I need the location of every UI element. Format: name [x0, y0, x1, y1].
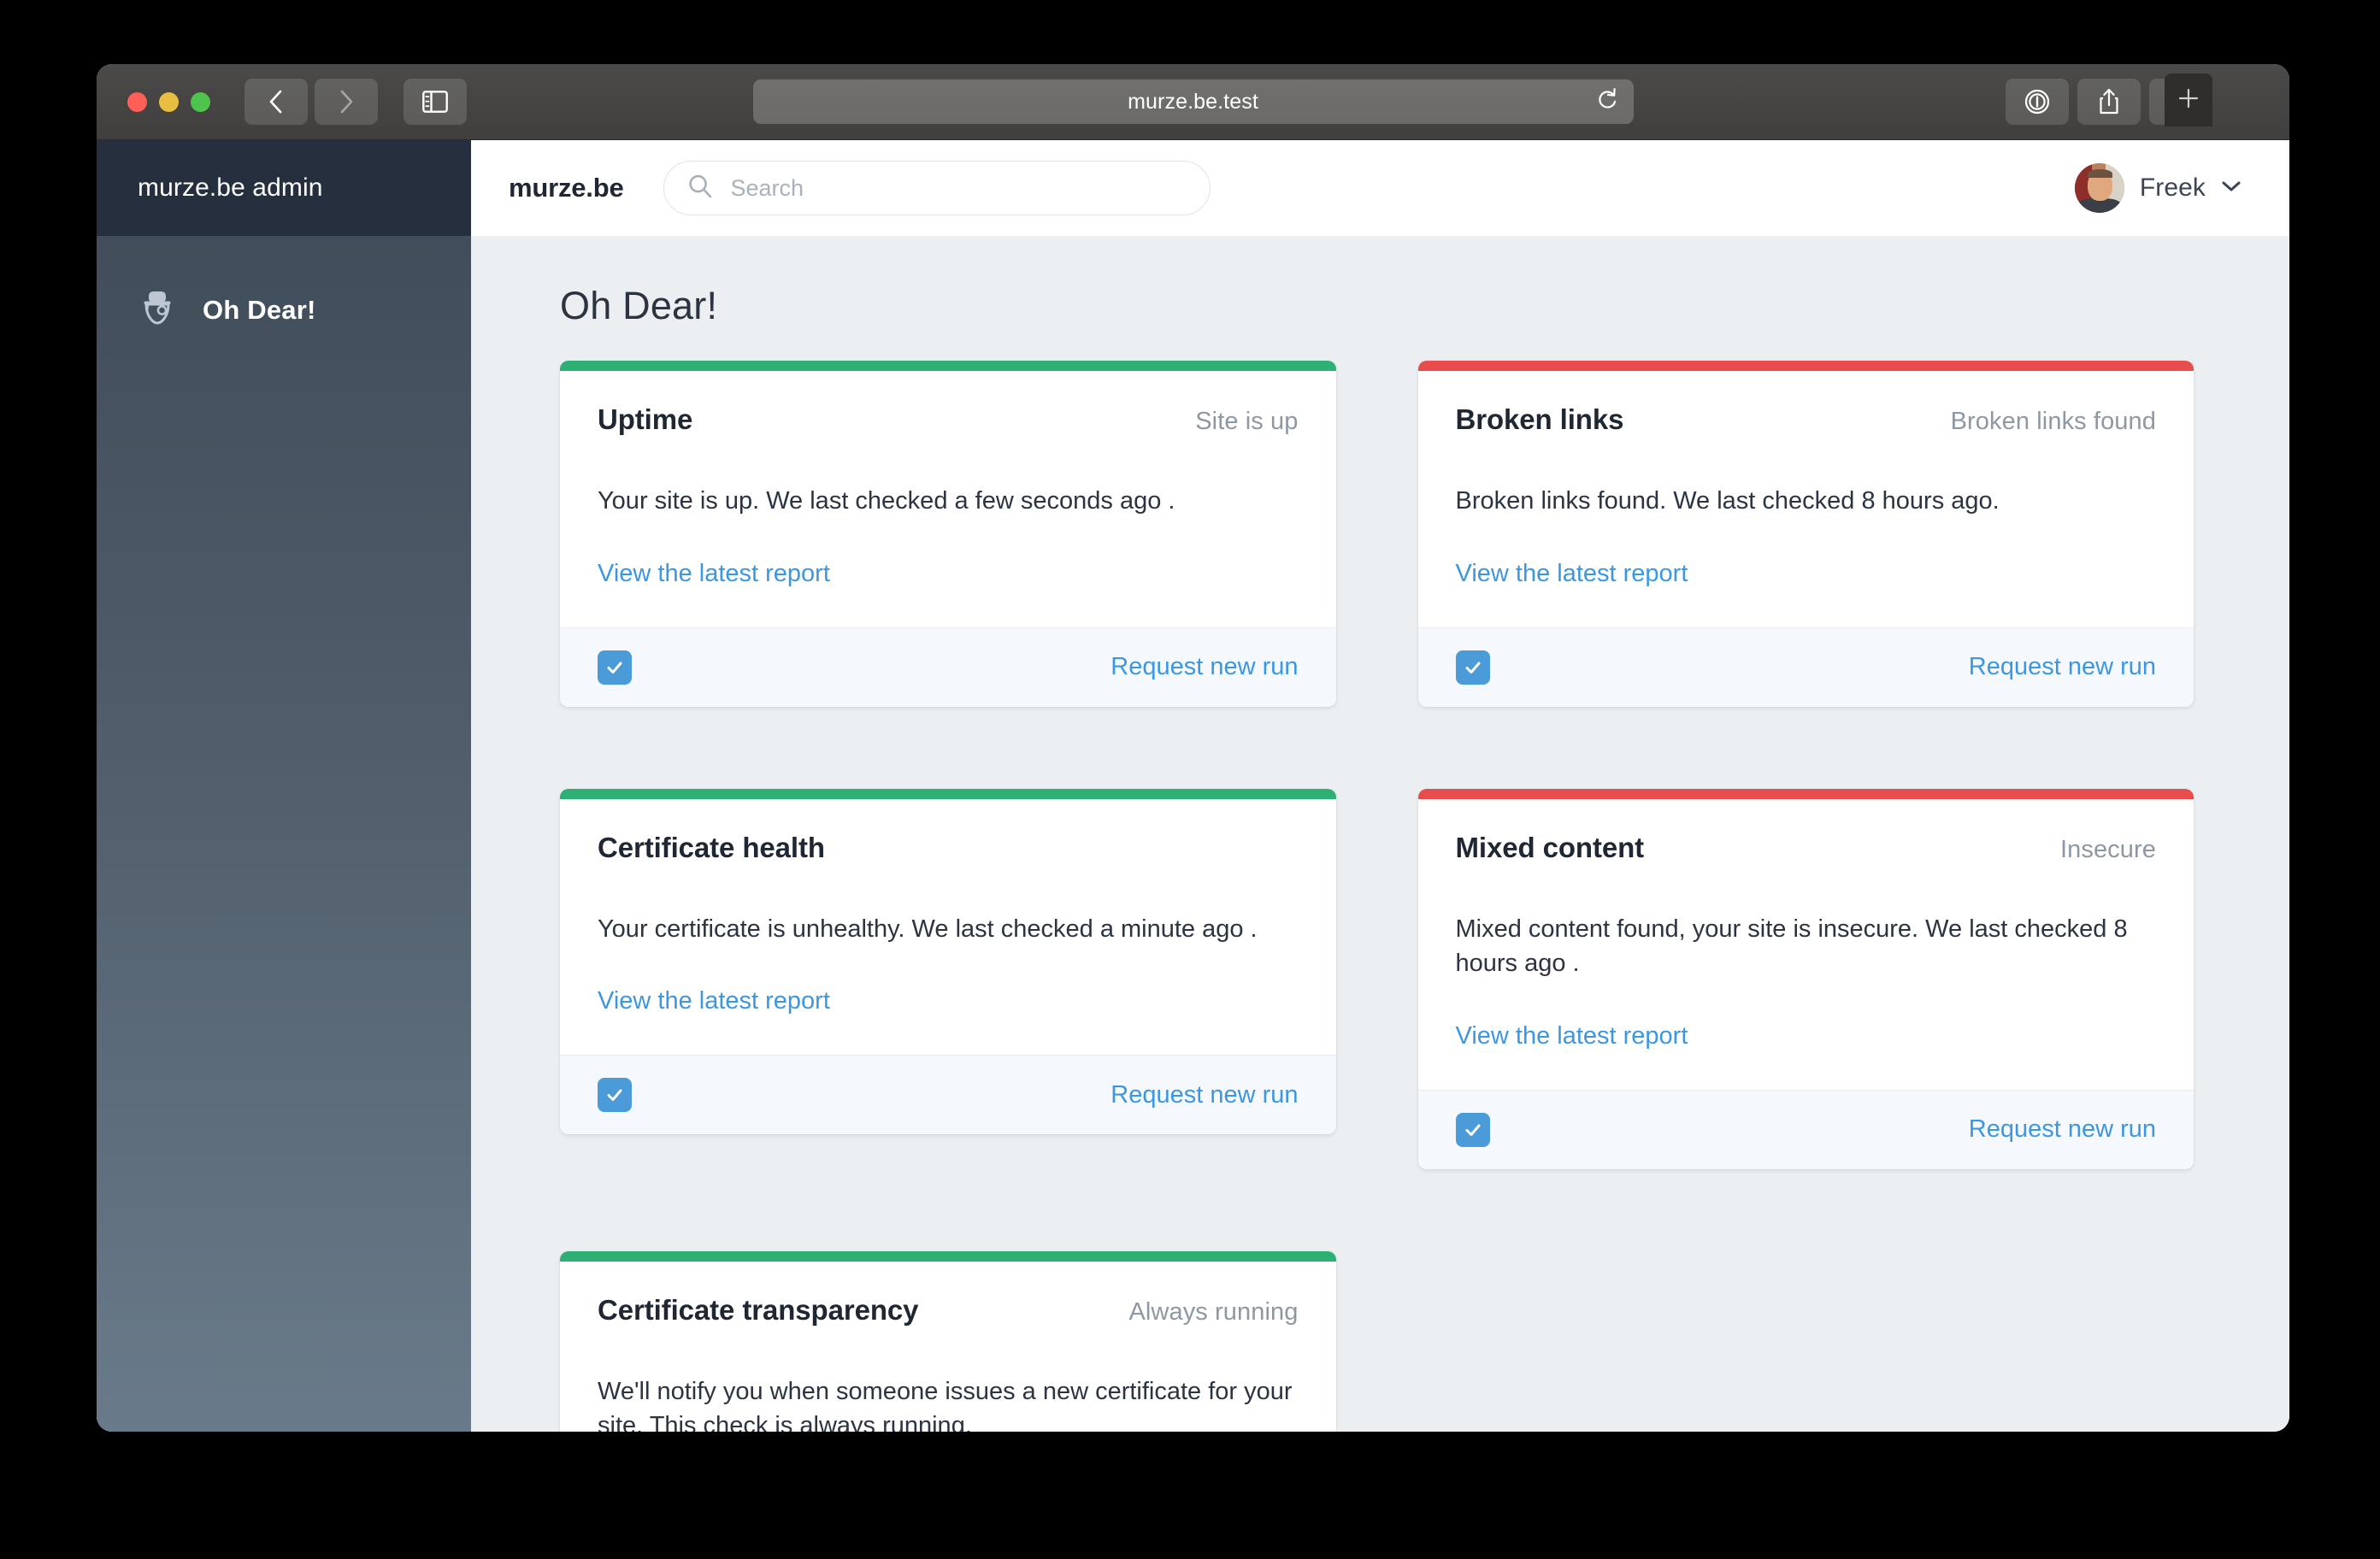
- browser-window: murze.be.test murze.be admin Oh Dear! mu…: [97, 64, 2289, 1432]
- enabled-checkbox[interactable]: [598, 1078, 632, 1113]
- search-container: [663, 161, 1211, 215]
- card-description: We'll notify you when someone issues a n…: [598, 1377, 1293, 1432]
- avatar: [2074, 163, 2124, 213]
- request-new-run-link[interactable]: Request new run: [1969, 653, 2156, 681]
- view-latest-report-link[interactable]: View the latest report: [1456, 560, 1688, 588]
- card-header: Mixed content Insecure: [1456, 832, 2157, 864]
- request-new-run-link[interactable]: Request new run: [1110, 1081, 1298, 1109]
- enabled-checkbox[interactable]: [1455, 1112, 1490, 1147]
- card-accent-bar: [560, 788, 1336, 799]
- maximize-window-button[interactable]: [191, 91, 210, 112]
- card-accent-bar: [560, 361, 1336, 371]
- card-header: Certificate transparency Always running: [598, 1294, 1299, 1327]
- check-card-mixed-content: Mixed content Insecure Mixed content fou…: [1417, 788, 2194, 1169]
- chevron-down-icon[interactable]: [2221, 179, 2242, 197]
- browser-toolbar-right: [2006, 74, 2212, 126]
- sidebar-nav: Oh Dear!: [97, 236, 471, 341]
- search-icon: [687, 174, 713, 203]
- browser-nav-group: [244, 79, 378, 125]
- card-footer: Request new run: [560, 1055, 1336, 1135]
- card-description: Mixed content found, your site is insecu…: [1455, 915, 2128, 978]
- card-accent-bar: [1417, 788, 2194, 799]
- status-badge: Broken links found: [1950, 408, 2156, 435]
- check-card-certificate-health: Certificate health Your certificate is u…: [560, 788, 1336, 1135]
- request-new-run-link[interactable]: Request new run: [1110, 653, 1298, 681]
- oh-dear-logo-icon: [138, 289, 177, 331]
- card-title: Broken links: [1455, 403, 1624, 435]
- content-area: Oh Dear! Uptime Site is up Your site is …: [471, 236, 2289, 1432]
- enabled-checkbox[interactable]: [1455, 650, 1490, 685]
- new-tab-button[interactable]: [2165, 74, 2212, 126]
- card-description: Your site is up. We last checked a few s…: [598, 487, 1175, 515]
- checks-grid: Uptime Site is up Your site is up. We la…: [560, 361, 2194, 1432]
- window-traffic-lights: [127, 91, 210, 112]
- app-main: murze.be Freek: [471, 140, 2289, 1432]
- plus-icon: [2177, 87, 2200, 114]
- card-header: Uptime Site is up: [598, 403, 1299, 436]
- sidebar-toggle-button[interactable]: [404, 79, 467, 125]
- card-body: Broken links Broken links found Broken l…: [1418, 371, 2194, 627]
- forward-button[interactable]: [315, 79, 378, 125]
- check-card-broken-links: Broken links Broken links found Broken l…: [1417, 361, 2194, 707]
- card-title: Certificate transparency: [598, 1293, 919, 1326]
- card-body: Certificate health Your certificate is u…: [560, 799, 1336, 1056]
- card-body: Certificate transparency Always running …: [560, 1262, 1336, 1432]
- page-title: Oh Dear!: [560, 284, 718, 327]
- card-title: Uptime: [598, 403, 693, 435]
- brand-logo[interactable]: murze.be: [509, 173, 624, 203]
- card-header: Certificate health: [598, 832, 1299, 864]
- password-manager-button[interactable]: [2006, 79, 2069, 125]
- card-accent-bar: [560, 1250, 1336, 1262]
- share-icon: [2097, 87, 2121, 116]
- request-new-run-link[interactable]: Request new run: [1969, 1115, 2156, 1144]
- sidebar-header: murze.be admin: [97, 140, 471, 236]
- enabled-checkbox[interactable]: [598, 650, 632, 685]
- user-menu[interactable]: Freek: [2074, 163, 2242, 213]
- app-page: murze.be admin Oh Dear! murze.be Search …: [97, 140, 2289, 1432]
- card-description: Broken links found. We last checked 8 ho…: [1455, 487, 2000, 515]
- share-button[interactable]: [2077, 79, 2141, 125]
- sidebar-title: murze.be admin: [138, 174, 323, 202]
- card-footer: Request new run: [560, 627, 1336, 707]
- card-description: Your certificate is unhealthy. We last c…: [598, 915, 1258, 943]
- card-title: Certificate health: [598, 831, 825, 863]
- card-body: Mixed content Insecure Mixed content fou…: [1418, 799, 2194, 1090]
- address-bar[interactable]: murze.be.test: [752, 79, 1634, 124]
- app-header: murze.be Freek: [471, 140, 2289, 236]
- forward-chevron-icon: [338, 88, 355, 115]
- check-card-certificate-transparency: Certificate transparency Always running …: [560, 1250, 1336, 1432]
- minimize-window-button[interactable]: [159, 91, 179, 112]
- user-name: Freek: [2139, 174, 2206, 202]
- card-footer: Request new run: [1417, 627, 2194, 707]
- card-body: Uptime Site is up Your site is up. We la…: [560, 371, 1336, 627]
- onepassword-icon: [2024, 88, 2051, 115]
- back-chevron-icon: [268, 88, 285, 115]
- status-badge: Always running: [1128, 1297, 1299, 1326]
- address-bar-url: murze.be.test: [1128, 89, 1258, 114]
- status-badge: Site is up: [1195, 408, 1299, 435]
- app-sidebar: murze.be admin Oh Dear!: [97, 140, 471, 1432]
- close-window-button[interactable]: [127, 91, 147, 112]
- sidebar-toggle-icon: [422, 91, 448, 113]
- check-card-uptime: Uptime Site is up Your site is up. We la…: [560, 361, 1336, 707]
- browser-titlebar: murze.be.test: [97, 64, 2289, 140]
- sidebar-item-oh-dear[interactable]: Oh Dear!: [97, 279, 471, 341]
- card-accent-bar: [1417, 361, 2194, 371]
- card-title: Mixed content: [1455, 831, 1645, 863]
- reload-icon[interactable]: [1596, 87, 1618, 117]
- back-button[interactable]: [244, 79, 308, 125]
- card-footer: Request new run: [1417, 1089, 2194, 1169]
- view-latest-report-link[interactable]: View the latest report: [598, 560, 830, 588]
- search-input[interactable]: [663, 161, 1211, 215]
- status-badge: Insecure: [2059, 835, 2156, 863]
- view-latest-report-link[interactable]: View the latest report: [1456, 1022, 1688, 1050]
- view-latest-report-link[interactable]: View the latest report: [598, 987, 830, 1015]
- card-header: Broken links Broken links found: [1456, 403, 2157, 436]
- sidebar-item-label: Oh Dear!: [203, 294, 316, 325]
